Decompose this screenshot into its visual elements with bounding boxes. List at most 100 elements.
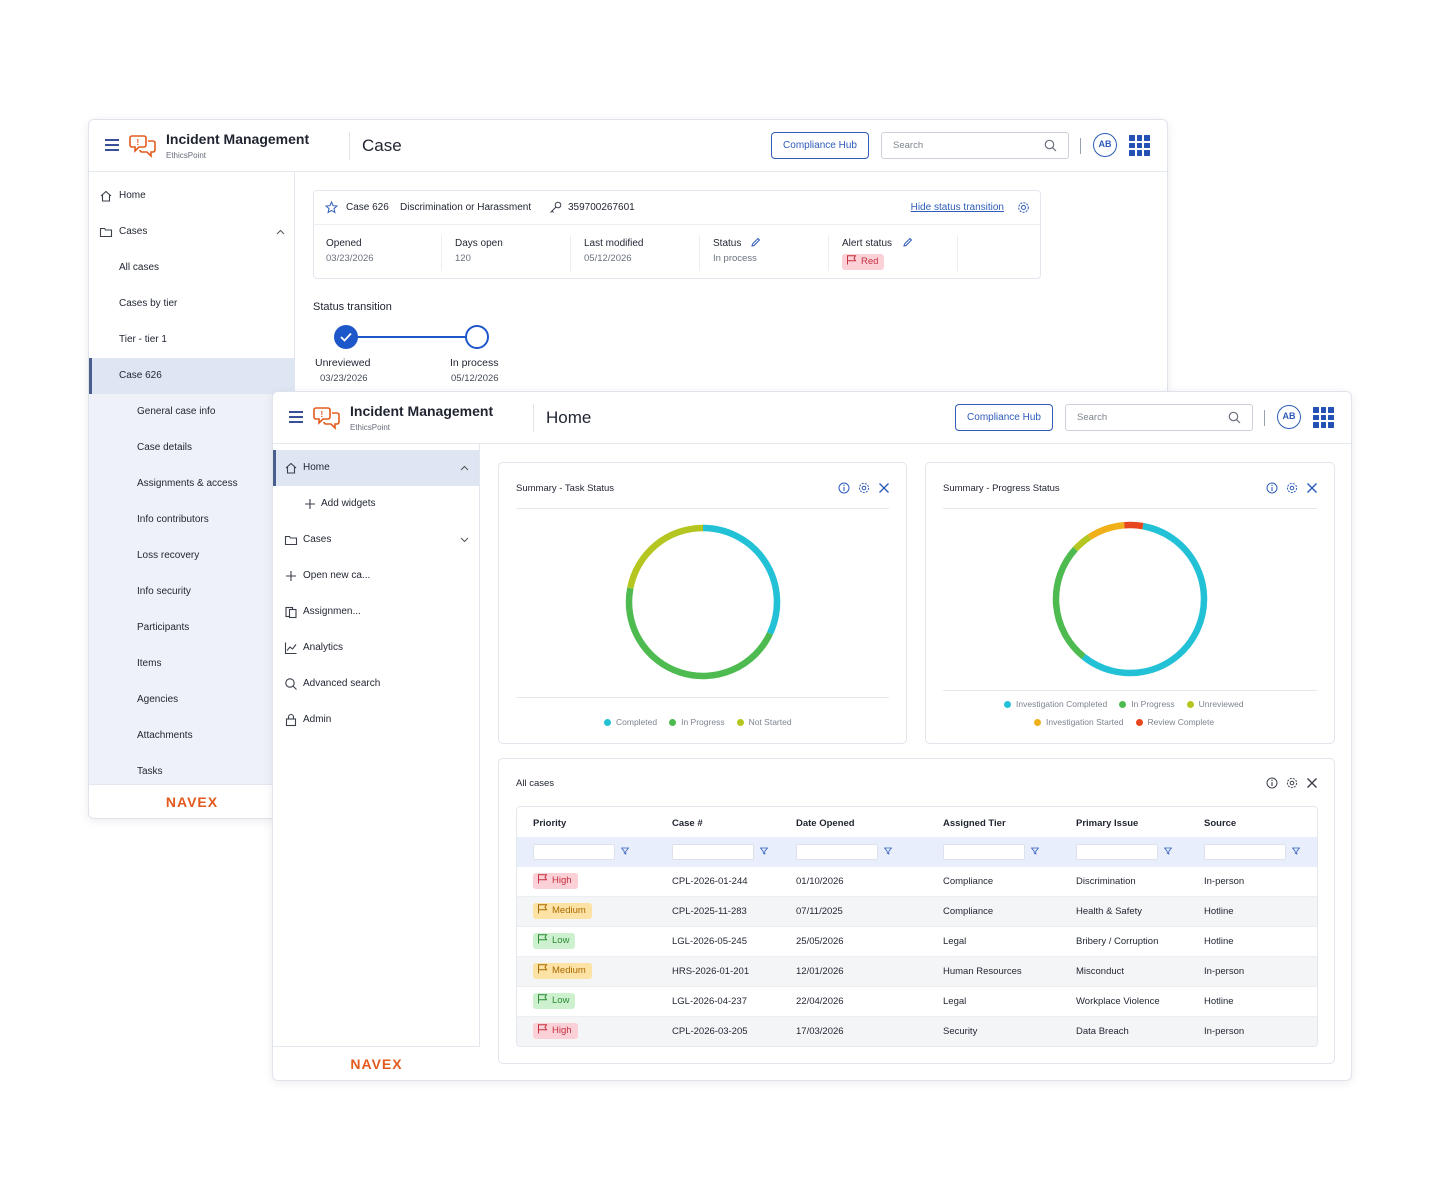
- donut-slice-investigation-started[interactable]: [1087, 521, 1125, 540]
- filter-input-source[interactable]: [1204, 844, 1286, 860]
- search-icon[interactable]: [1228, 411, 1241, 424]
- filter-input-priority[interactable]: [533, 844, 615, 860]
- chevron-up-icon[interactable]: [276, 229, 285, 235]
- sidebar-item-cases[interactable]: Cases: [89, 214, 295, 250]
- sidebar-subitem[interactable]: Assignments & access: [89, 466, 295, 502]
- sidebar-item-analytics[interactable]: Analytics: [273, 630, 479, 666]
- table-row[interactable]: Low LGL-2026-04-237 22/04/2026 Legal Wor…: [517, 987, 1317, 1017]
- cell-date-opened: 01/10/2026: [796, 876, 844, 887]
- filter-icon[interactable]: [1292, 847, 1300, 855]
- hide-status-transition-link[interactable]: Hide status transition: [911, 202, 1004, 213]
- gear-icon[interactable]: [858, 482, 870, 494]
- chevron-up-icon[interactable]: [460, 465, 469, 471]
- star-icon[interactable]: [325, 201, 338, 214]
- app-grid-icon[interactable]: [1313, 407, 1334, 428]
- sidebar-subitem[interactable]: Case details: [89, 430, 295, 466]
- table-row[interactable]: Medium CPL-2025-11-283 07/11/2025 Compli…: [517, 897, 1317, 927]
- filter-input-assigned-tier[interactable]: [943, 844, 1025, 860]
- gear-icon[interactable]: [1286, 777, 1298, 789]
- folder-icon: [284, 535, 298, 546]
- compliance-hub-button[interactable]: Compliance Hub: [955, 404, 1053, 431]
- close-icon[interactable]: [1306, 777, 1318, 789]
- field-value: 03/23/2026: [326, 253, 374, 264]
- table-row[interactable]: Low LGL-2026-05-245 25/05/2026 Legal Bri…: [517, 927, 1317, 957]
- menu-icon[interactable]: [289, 411, 303, 423]
- sidebar-item-home[interactable]: Home: [273, 450, 479, 486]
- filter-icon[interactable]: [1031, 847, 1039, 855]
- filter-icon[interactable]: [1164, 847, 1172, 855]
- donut-slice-unreviewed[interactable]: [1072, 534, 1092, 552]
- gear-icon[interactable]: [1286, 482, 1298, 494]
- table-row[interactable]: High CPL-2026-03-205 17/03/2026 Security…: [517, 1017, 1317, 1046]
- cell-primary-issue: Workplace Violence: [1076, 996, 1160, 1007]
- cell-primary-issue: Discrimination: [1076, 876, 1136, 887]
- sidebar-item-add-widgets[interactable]: Add widgets: [273, 486, 479, 522]
- donut-slice-in-progress[interactable]: [625, 587, 773, 680]
- filter-input-date-opened[interactable]: [796, 844, 878, 860]
- sidebar-item-cases-by-tier[interactable]: Cases by tier: [89, 286, 295, 322]
- sidebar-item-open-new-case[interactable]: Open new ca...: [273, 558, 479, 594]
- step-current-marker[interactable]: [465, 325, 489, 349]
- donut-slice-completed[interactable]: [702, 524, 781, 635]
- search-icon[interactable]: [1044, 139, 1057, 152]
- column-header-priority[interactable]: Priority: [533, 818, 566, 829]
- sidebar-subitem[interactable]: Items: [89, 646, 295, 682]
- sidebar-item-home[interactable]: Home: [89, 178, 295, 214]
- close-icon[interactable]: [878, 482, 890, 494]
- column-header-primary-issue[interactable]: Primary Issue: [1076, 818, 1138, 829]
- column-header-case-number[interactable]: Case #: [672, 818, 703, 829]
- sidebar-item-cases[interactable]: Cases: [273, 522, 479, 558]
- column-header-date-opened[interactable]: Date Opened: [796, 818, 855, 829]
- donut-slice-in-progress[interactable]: [1052, 546, 1086, 660]
- compliance-hub-button[interactable]: Compliance Hub: [771, 132, 869, 159]
- sidebar-item-advanced-search[interactable]: Advanced search: [273, 666, 479, 702]
- sidebar-item-all-cases[interactable]: All cases: [89, 250, 295, 286]
- search-input[interactable]: Search: [881, 132, 1069, 159]
- table-row[interactable]: High CPL-2026-01-244 01/10/2026 Complian…: [517, 867, 1317, 897]
- sidebar-subitem[interactable]: Participants: [89, 610, 295, 646]
- close-icon[interactable]: [1306, 482, 1318, 494]
- cell-case-number[interactable]: HRS-2026-01-201: [672, 966, 749, 977]
- sidebar-subitem[interactable]: General case info: [89, 394, 295, 430]
- edit-pencil-icon[interactable]: [902, 237, 913, 248]
- edit-pencil-icon[interactable]: [750, 237, 761, 248]
- filter-icon[interactable]: [621, 847, 629, 855]
- chevron-down-icon[interactable]: [460, 537, 469, 543]
- gear-icon[interactable]: [1017, 201, 1030, 214]
- sidebar-subitem[interactable]: Loss recovery: [89, 538, 295, 574]
- cell-case-number[interactable]: LGL-2026-04-237: [672, 996, 747, 1007]
- sidebar-item-tier[interactable]: Tier - tier 1: [89, 322, 295, 358]
- sidebar-subitem[interactable]: Agencies: [89, 682, 295, 718]
- sidebar-item-label: Admin: [303, 714, 332, 725]
- sidebar-item-label: Home: [303, 462, 330, 473]
- menu-icon[interactable]: [105, 139, 119, 151]
- donut-slice-investigation-completed[interactable]: [1081, 522, 1208, 677]
- sidebar-item-case-626[interactable]: Case 626: [89, 358, 295, 394]
- column-header-assigned-tier[interactable]: Assigned Tier: [943, 818, 1006, 829]
- donut-slice-review-complete[interactable]: [1124, 521, 1144, 530]
- filter-icon[interactable]: [760, 847, 768, 855]
- filter-icon[interactable]: [884, 847, 892, 855]
- avatar[interactable]: AB: [1093, 133, 1117, 157]
- search-input[interactable]: Search: [1065, 404, 1253, 431]
- sidebar-item-admin[interactable]: Admin: [273, 702, 479, 738]
- filter-input-case-number[interactable]: [672, 844, 754, 860]
- sidebar-subitem[interactable]: Info security: [89, 574, 295, 610]
- cell-case-number[interactable]: CPL-2025-11-283: [672, 906, 747, 917]
- filter-input-primary-issue[interactable]: [1076, 844, 1158, 860]
- cell-case-number[interactable]: CPL-2026-01-244: [672, 876, 748, 887]
- table-row[interactable]: Medium HRS-2026-01-201 12/01/2026 Human …: [517, 957, 1317, 987]
- sidebar-subitem[interactable]: Attachments: [89, 718, 295, 754]
- cell-case-number[interactable]: LGL-2026-05-245: [672, 936, 747, 947]
- sidebar-subitem[interactable]: Info contributors: [89, 502, 295, 538]
- info-icon[interactable]: [1266, 777, 1278, 789]
- donut-slice-not-started[interactable]: [627, 524, 704, 589]
- avatar[interactable]: AB: [1277, 405, 1301, 429]
- sidebar-item-assignments[interactable]: Assignmen...: [273, 594, 479, 630]
- column-header-source[interactable]: Source: [1204, 818, 1236, 829]
- cell-case-number[interactable]: CPL-2026-03-205: [672, 1026, 748, 1037]
- step-complete-marker[interactable]: [334, 325, 358, 349]
- info-icon[interactable]: [838, 482, 850, 494]
- info-icon[interactable]: [1266, 482, 1278, 494]
- app-grid-icon[interactable]: [1129, 135, 1150, 156]
